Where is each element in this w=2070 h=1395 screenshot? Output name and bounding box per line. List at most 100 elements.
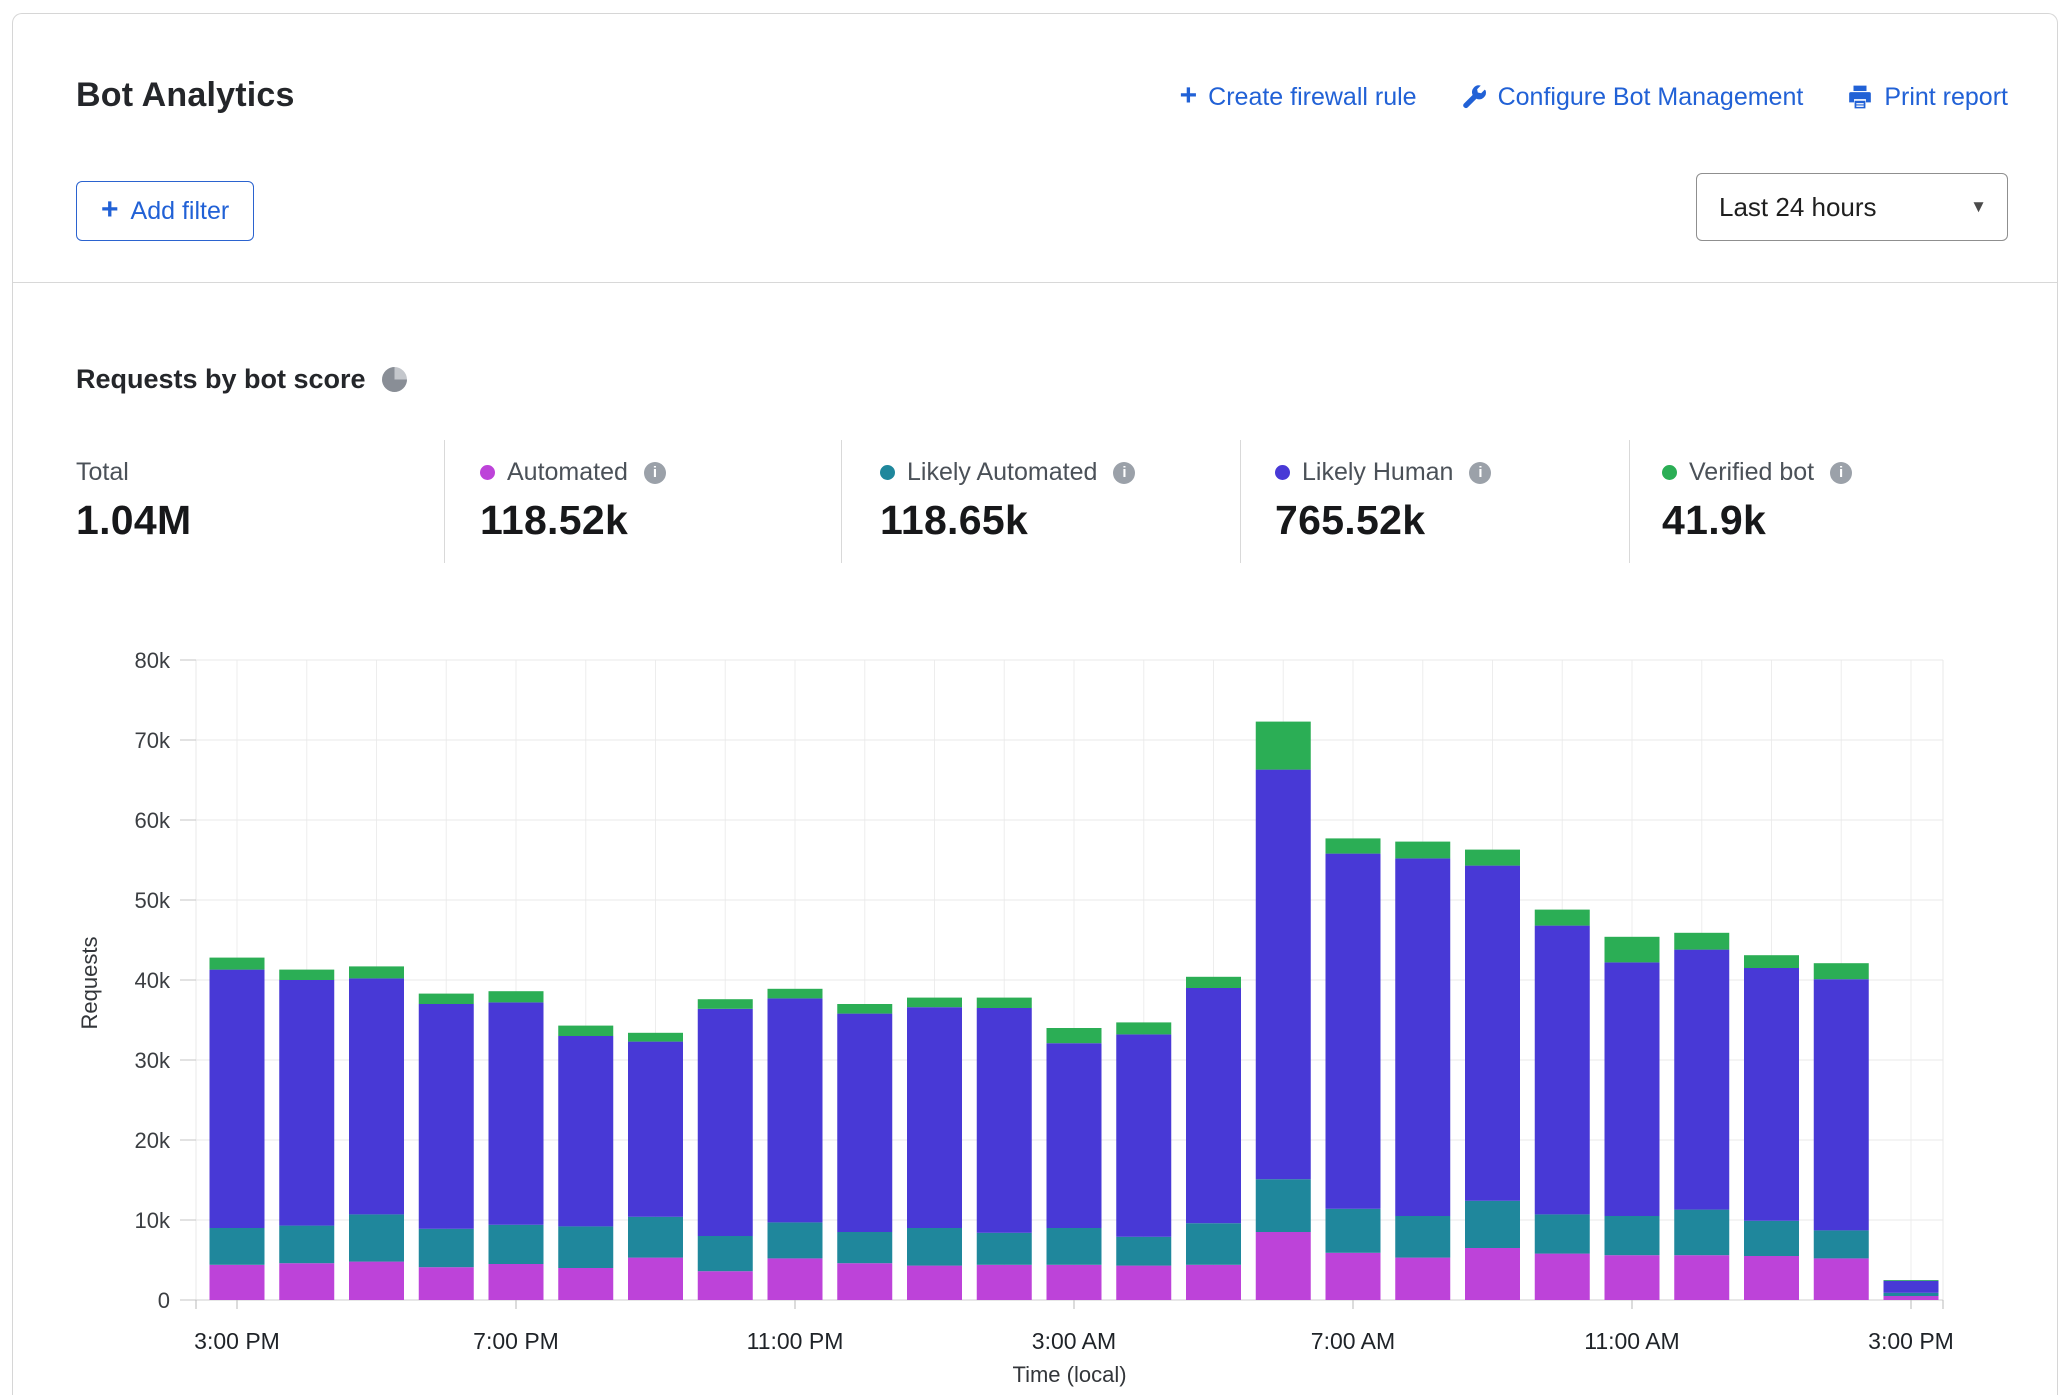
chart-bar-segment: [1674, 950, 1729, 1210]
info-icon[interactable]: i: [1469, 462, 1491, 484]
chart-bar-segment: [489, 1225, 544, 1264]
chart-bar-segment: [1256, 722, 1311, 770]
x-tick-label: 3:00 PM: [194, 1328, 280, 1354]
chart-bar[interactable]: [1047, 1028, 1102, 1300]
stat-label: Likely Human: [1302, 458, 1453, 487]
chart-bar[interactable]: [698, 999, 753, 1300]
chart-bar-segment: [1395, 842, 1450, 859]
chart-bar-segment: [1465, 850, 1520, 866]
chart-bar-segment: [628, 1217, 683, 1258]
chart-bar[interactable]: [1186, 977, 1241, 1300]
printer-icon: [1847, 84, 1873, 110]
y-tick-label: 80k: [135, 648, 171, 673]
stat-label: Likely Automated: [907, 458, 1097, 487]
chart-bar[interactable]: [1674, 933, 1729, 1300]
chart-bar-segment: [1326, 1253, 1381, 1300]
chart-bar-segment: [489, 1002, 544, 1224]
chart-bar[interactable]: [419, 994, 474, 1300]
pie-chart-icon: [381, 366, 408, 393]
section-title: Requests by bot score: [76, 364, 408, 395]
chart-bar-segment: [1186, 988, 1241, 1223]
create-firewall-rule-link[interactable]: +Create firewall rule: [1180, 82, 1417, 112]
chart-bar-segment: [907, 1266, 962, 1300]
chart-bar[interactable]: [837, 1004, 892, 1300]
chart-bar-segment: [837, 1263, 892, 1300]
chart-bar-segment: [419, 994, 474, 1004]
chart-bar-segment: [349, 1262, 404, 1300]
x-axis-title: Time (local): [1012, 1362, 1126, 1387]
chart-bar-segment: [1884, 1293, 1939, 1296]
stat-head: Likely Human i: [1275, 458, 1491, 487]
chart-bar[interactable]: [1326, 838, 1381, 1300]
stat-automated: Automatedi118.52k: [480, 458, 666, 544]
info-icon[interactable]: i: [644, 462, 666, 484]
chart-bar-segment: [1256, 770, 1311, 1180]
chart-bar-segment: [1047, 1043, 1102, 1228]
chart-bar[interactable]: [1256, 722, 1311, 1300]
chart-bar-segment: [489, 1264, 544, 1300]
configure-bot-management-link[interactable]: Configure Bot Management: [1461, 83, 1804, 112]
section-title-text: Requests by bot score: [76, 364, 366, 395]
x-tick-label: 7:00 PM: [473, 1328, 559, 1354]
likely-human-legend-dot: [1275, 465, 1290, 480]
chart-bar[interactable]: [977, 998, 1032, 1300]
chart-bar[interactable]: [1884, 1280, 1939, 1300]
y-tick-label: 70k: [135, 728, 171, 753]
chart-bar-segment: [1186, 1223, 1241, 1265]
chart-bar-segment: [558, 1026, 613, 1036]
print-report-link[interactable]: Print report: [1847, 83, 2008, 112]
stat-likely-automated: Likely Automatedi118.65k: [880, 458, 1135, 544]
chart-bar[interactable]: [279, 970, 334, 1300]
stats-row: Total1.04MAutomatedi118.52kLikely Automa…: [0, 440, 2070, 570]
chart-bar[interactable]: [1814, 963, 1869, 1300]
chart-bar[interactable]: [489, 991, 544, 1300]
x-tick-label: 7:00 AM: [1311, 1328, 1395, 1354]
chart-bar-segment: [1535, 910, 1590, 926]
chart-bar-segment: [1605, 1255, 1660, 1300]
chart-bar-segment: [1116, 1022, 1171, 1034]
y-tick-label: 0: [158, 1288, 170, 1313]
chart-bar-segment: [279, 980, 334, 1226]
chart-bar[interactable]: [1744, 955, 1799, 1300]
chart-bar-segment: [1884, 1281, 1939, 1293]
chart-bar[interactable]: [628, 1033, 683, 1300]
chart-bar-segment: [1326, 838, 1381, 853]
chart-bar-segment: [349, 966, 404, 978]
chart-bar[interactable]: [1395, 842, 1450, 1300]
chart-bar-segment: [419, 1004, 474, 1229]
add-filter-button[interactable]: + Add filter: [76, 181, 254, 241]
chart-bar-segment: [628, 1258, 683, 1300]
chart-bar[interactable]: [349, 966, 404, 1300]
chart-bar-segment: [1814, 1258, 1869, 1300]
time-range-select[interactable]: Last 24 hours ▼: [1696, 173, 2008, 241]
chart-bar-segment: [768, 998, 823, 1222]
chart-bar[interactable]: [1605, 937, 1660, 1300]
chart-bar-segment: [210, 970, 265, 1228]
chart-bar[interactable]: [210, 958, 265, 1300]
chart-bar-segment: [1814, 963, 1869, 979]
chart-bar-segment: [558, 1226, 613, 1268]
chart-bar-segment: [837, 1232, 892, 1263]
stat-likely-human: Likely Humani765.52k: [1275, 458, 1491, 544]
chart-bar[interactable]: [1535, 910, 1590, 1300]
chart-bar-segment: [489, 991, 544, 1002]
chart-bar[interactable]: [1116, 1022, 1171, 1300]
chart-bar-segment: [1744, 1256, 1799, 1300]
chart-bar[interactable]: [558, 1026, 613, 1300]
chart-bar-segment: [1605, 962, 1660, 1216]
chart-bar-segment: [419, 1229, 474, 1267]
x-tick-label: 3:00 PM: [1868, 1328, 1954, 1354]
chart-bar[interactable]: [1465, 850, 1520, 1300]
stat-verified-bot: Verified boti41.9k: [1662, 458, 1852, 544]
chart-bar-segment: [1256, 1179, 1311, 1232]
info-icon[interactable]: i: [1830, 462, 1852, 484]
chart-bar[interactable]: [907, 998, 962, 1300]
chart-bar-segment: [210, 1228, 265, 1265]
info-icon[interactable]: i: [1113, 462, 1135, 484]
stat-label: Automated: [507, 458, 628, 487]
chart-bar-segment: [837, 1004, 892, 1014]
chart-bar[interactable]: [768, 989, 823, 1300]
verified-bot-legend-dot: [1662, 465, 1677, 480]
chart-bar-segment: [768, 989, 823, 999]
stat-head: Likely Automated i: [880, 458, 1135, 487]
